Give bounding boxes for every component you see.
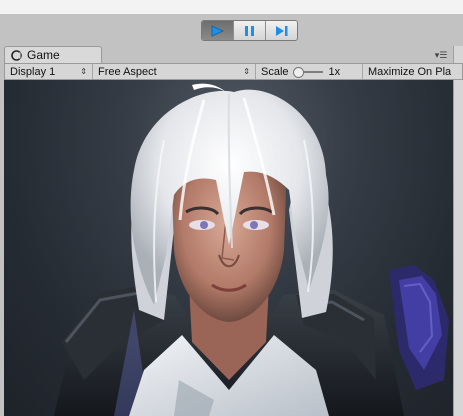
game-view-toolbar: Display 1 ⇕ Free Aspect ⇕ Scale 1x Maxim… bbox=[4, 63, 463, 80]
updown-arrows-icon: ⇕ bbox=[243, 67, 250, 76]
pause-button[interactable] bbox=[234, 21, 266, 40]
play-icon bbox=[211, 24, 224, 37]
scale-slider-thumb[interactable] bbox=[292, 66, 304, 78]
character-portrait-image bbox=[54, 83, 449, 416]
editor-toolbar bbox=[0, 14, 463, 46]
step-icon bbox=[275, 25, 287, 36]
aspect-dropdown[interactable]: Free Aspect ⇕ bbox=[93, 64, 256, 79]
step-button[interactable] bbox=[266, 21, 297, 40]
scale-label: Scale bbox=[261, 65, 289, 78]
play-controls bbox=[201, 20, 298, 41]
scale-slider[interactable] bbox=[292, 66, 323, 78]
maximize-on-play-label: Maximize On Pla bbox=[368, 65, 452, 78]
maximize-on-play-toggle[interactable]: Maximize On Pla bbox=[363, 64, 462, 79]
play-button[interactable] bbox=[202, 21, 234, 40]
tab-row: Game ▾☰ bbox=[0, 46, 463, 63]
updown-arrows-icon: ⇕ bbox=[80, 67, 87, 76]
tab-game[interactable]: Game bbox=[4, 46, 102, 63]
scale-value: 1x bbox=[328, 65, 341, 78]
display-dropdown[interactable]: Display 1 ⇕ bbox=[5, 64, 93, 79]
tab-menu-icon[interactable]: ▾☰ bbox=[434, 50, 448, 60]
scale-control: Scale 1x bbox=[256, 64, 363, 79]
adjacent-panel-edge bbox=[453, 46, 463, 416]
pause-icon bbox=[244, 25, 254, 36]
tab-game-label: Game bbox=[27, 48, 60, 62]
display-dropdown-label: Display 1 bbox=[10, 65, 56, 78]
aspect-dropdown-label: Free Aspect bbox=[98, 65, 157, 78]
game-viewport[interactable] bbox=[4, 80, 453, 416]
window-top-strip bbox=[0, 0, 463, 14]
unity-game-view-icon bbox=[11, 49, 22, 61]
